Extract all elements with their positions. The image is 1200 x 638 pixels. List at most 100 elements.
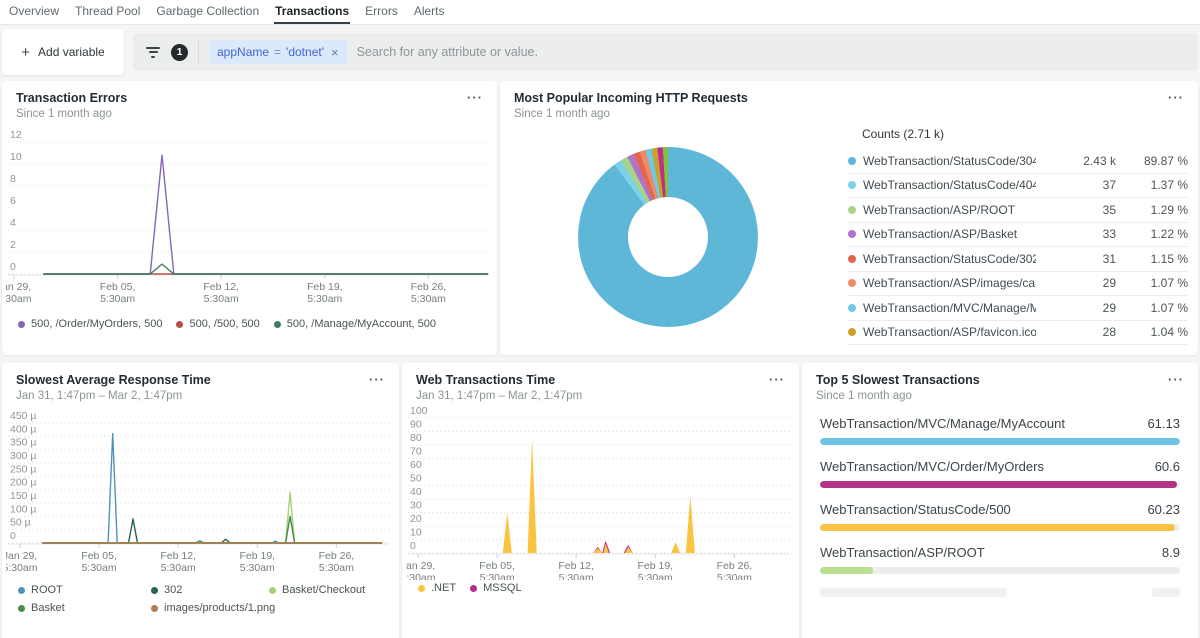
panel-menu-button[interactable]: ···: [769, 373, 785, 387]
transaction-line: WebTransaction/MVC/Manage/MyAccount61.13: [820, 416, 1180, 431]
legend-label: 302: [164, 584, 182, 596]
svg-text:Feb 05,5:30am: Feb 05,5:30am: [100, 281, 136, 305]
panel-subtitle: Since 1 month ago: [16, 108, 127, 120]
svg-text:Feb 26,5:30am: Feb 26,5:30am: [717, 560, 753, 580]
svg-text:Jan 29,5:30am: Jan 29,5:30am: [6, 550, 38, 574]
svg-text:90: 90: [410, 419, 422, 431]
legend-item[interactable]: 500, /500, 500: [176, 318, 259, 330]
http-request-row[interactable]: WebTransaction/MVC/Manage/MyAccou...291.…: [848, 296, 1188, 321]
panel-title: Web Transactions Time: [416, 373, 582, 387]
request-name: WebTransaction/StatusCode/404: [863, 178, 1036, 192]
svg-text:250 µ: 250 µ: [10, 463, 37, 475]
tab-garbage-collection[interactable]: Garbage Collection: [155, 0, 260, 24]
filter-chip-appname[interactable]: appName = 'dotnet' ×: [209, 40, 347, 64]
transaction-line: WebTransaction/ASP/ROOT8.9: [820, 545, 1180, 560]
transaction-value: 60.6: [1155, 459, 1180, 474]
legend-item[interactable]: 500, /Order/MyOrders, 500: [18, 318, 162, 330]
tab-errors[interactable]: Errors: [364, 0, 399, 24]
bar-fill: [820, 438, 1180, 445]
legend-item[interactable]: .NET: [418, 582, 456, 594]
request-name: WebTransaction/ASP/ROOT: [863, 203, 1036, 217]
svg-text:20: 20: [410, 513, 422, 525]
svg-text:40: 40: [410, 486, 422, 498]
http-requests-table: Counts (2.71 k) WebTransaction/StatusCod…: [848, 127, 1188, 345]
http-request-row[interactable]: WebTransaction/ASP/images/cart.png291.07…: [848, 272, 1188, 297]
request-percent: 1.04 %: [1116, 325, 1188, 339]
panel-menu-button[interactable]: ···: [467, 91, 483, 105]
tab-overview[interactable]: Overview: [8, 0, 60, 24]
http-request-row[interactable]: WebTransaction/ASP/Basket331.22 %: [848, 223, 1188, 248]
request-count: 28: [1036, 325, 1116, 339]
legend-dot-icon: [848, 157, 856, 165]
tab-transactions[interactable]: Transactions: [274, 0, 350, 24]
legend-dot-icon: [848, 328, 856, 336]
legend-dot-icon: [18, 587, 25, 594]
slowest-transaction-row[interactable]: WebTransaction/MVC/Order/MyOrders60.6: [820, 459, 1180, 488]
panel-subtitle: Since 1 month ago: [816, 390, 980, 402]
svg-text:50: 50: [410, 473, 422, 485]
svg-text:Feb 19,5:30am: Feb 19,5:30am: [637, 560, 673, 580]
chip-attribute: appName: [217, 45, 269, 59]
svg-text:50 µ: 50 µ: [10, 517, 31, 529]
legend-dot-icon: [18, 321, 25, 328]
legend-label: ROOT: [31, 584, 63, 596]
request-name: WebTransaction/StatusCode/302: [863, 252, 1036, 266]
request-name: WebTransaction/ASP/images/cart.png: [863, 276, 1036, 290]
transaction-value: 8.9: [1162, 545, 1180, 560]
legend-dot-icon: [848, 181, 856, 189]
legend-dot-icon: [418, 585, 425, 592]
svg-text:0: 0: [10, 261, 16, 273]
svg-text:Feb 12,5:30am: Feb 12,5:30am: [203, 281, 239, 305]
request-percent: 1.22 %: [1116, 227, 1188, 241]
legend-item[interactable]: 302: [151, 584, 269, 596]
tab-thread-pool[interactable]: Thread Pool: [74, 0, 141, 24]
legend-label: Basket: [31, 602, 65, 614]
tab-alerts[interactable]: Alerts: [413, 0, 446, 24]
slowest-transaction-row[interactable]: WebTransaction/MVC/Manage/MyAccount61.13: [820, 416, 1180, 445]
bar-track: [820, 567, 1180, 574]
legend-item[interactable]: Basket/Checkout: [269, 584, 383, 596]
panel-menu-button[interactable]: ···: [1168, 373, 1184, 387]
http-request-row[interactable]: WebTransaction/StatusCode/3042.43 k89.87…: [848, 149, 1188, 174]
request-count: 2.43 k: [1036, 154, 1116, 168]
http-request-row[interactable]: WebTransaction/StatusCode/302311.15 %: [848, 247, 1188, 272]
request-name: WebTransaction/ASP/favicon.ico: [863, 325, 1036, 339]
legend-dot-icon: [269, 587, 276, 594]
web-transactions-time-chart: 0102030405060708090100Jan 29,5:30amFeb 0…: [406, 406, 795, 580]
search-input[interactable]: [357, 45, 1186, 59]
legend-dot-icon: [274, 321, 281, 328]
add-variable-button[interactable]: + Add variable: [2, 29, 124, 75]
svg-text:80: 80: [410, 432, 422, 444]
plus-icon: +: [21, 44, 30, 61]
attribute-search-bar[interactable]: 1 appName = 'dotnet' ×: [133, 33, 1198, 71]
legend-dot-icon: [176, 321, 183, 328]
legend-item[interactable]: MSSQL: [470, 582, 522, 594]
legend-item[interactable]: images/products/1.png: [151, 602, 269, 614]
panel-subtitle: Jan 31, 1:47pm – Mar 2, 1:47pm: [416, 390, 582, 402]
slowest-transaction-row[interactable]: WebTransaction/StatusCode/50060.23: [820, 502, 1180, 531]
slowest-transaction-row[interactable]: WebTransaction/ASP/ROOT8.9: [820, 545, 1180, 574]
panel-menu-button[interactable]: ···: [1168, 91, 1184, 105]
panel-transaction-errors: Transaction Errors Since 1 month ago ···…: [2, 81, 497, 355]
filter-funnel-icon[interactable]: [145, 47, 161, 58]
transaction-line: WebTransaction/MVC/Order/MyOrders60.6: [820, 459, 1180, 474]
legend-item[interactable]: Basket: [18, 602, 151, 614]
request-percent: 1.37 %: [1116, 178, 1188, 192]
http-request-row[interactable]: WebTransaction/StatusCode/404371.37 %: [848, 174, 1188, 199]
svg-text:Feb 19,5:30am: Feb 19,5:30am: [239, 550, 275, 574]
slowest-avg-response-legend: ROOT 302 Basket/Checkout Basket images/produ…: [2, 578, 399, 614]
chip-close-icon[interactable]: ×: [331, 45, 339, 60]
request-count: 33: [1036, 227, 1116, 241]
svg-text:6: 6: [10, 195, 16, 207]
legend-label: Basket/Checkout: [282, 584, 365, 596]
http-request-row[interactable]: WebTransaction/ASP/favicon.ico281.04 %: [848, 321, 1188, 346]
http-requests-donut-chart[interactable]: [578, 147, 758, 327]
legend-item[interactable]: ROOT: [18, 584, 151, 596]
legend-dot-icon: [151, 587, 158, 594]
panel-subtitle: Jan 31, 1:47pm – Mar 2, 1:47pm: [16, 390, 211, 402]
panel-subtitle: Since 1 month ago: [514, 108, 748, 120]
legend-item[interactable]: 500, /Manage/MyAccount, 500: [274, 318, 436, 330]
http-request-row[interactable]: WebTransaction/ASP/ROOT351.29 %: [848, 198, 1188, 223]
panel-menu-button[interactable]: ···: [369, 373, 385, 387]
legend-dot-icon: [151, 605, 158, 612]
